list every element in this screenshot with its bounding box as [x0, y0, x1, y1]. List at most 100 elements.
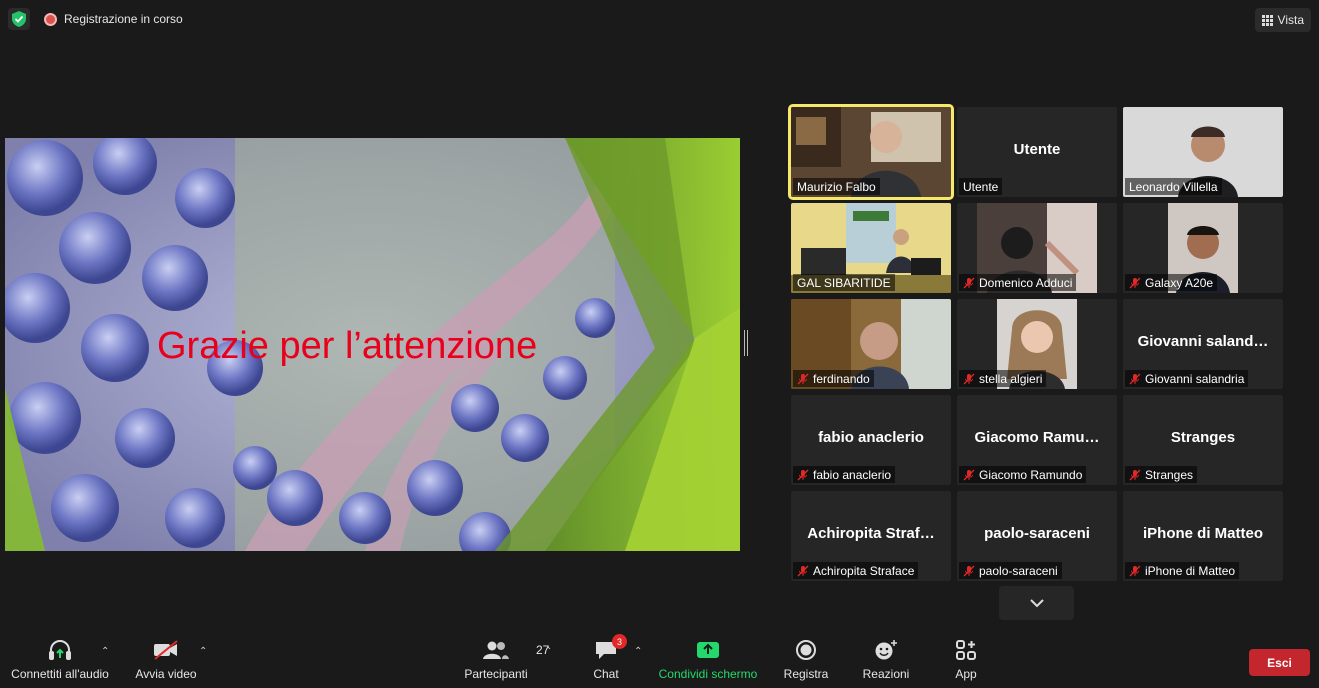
participant-name: stella algieri — [979, 371, 1043, 386]
record-icon — [796, 640, 816, 660]
participant-name-label: paolo-saraceni — [959, 562, 1062, 579]
recording-indicator[interactable]: Registrazione in corso — [44, 12, 183, 26]
mic-muted-icon — [963, 373, 975, 384]
participant-name-label: stella algieri — [959, 370, 1047, 387]
participant-name: Achiropita Straface — [813, 563, 915, 578]
reactions-icon — [875, 640, 897, 660]
headphones-icon — [47, 636, 73, 664]
meeting-toolbar: Connettiti all'audio ⌃ Avvia video ⌃ 27 … — [0, 634, 1319, 688]
participant-name-label: ferdinando — [793, 370, 874, 387]
grid-icon — [1261, 14, 1273, 26]
record-button[interactable]: Registra — [780, 636, 832, 681]
participant-tile[interactable]: Stranges Stranges — [1123, 395, 1283, 485]
participants-options-caret-icon[interactable]: ⌃ — [544, 646, 552, 657]
participant-name-label: Leonardo Villella — [1125, 178, 1222, 195]
participant-name-label: iPhone di Matteo — [1125, 562, 1240, 579]
participant-name-label: Giacomo Ramundo — [959, 466, 1087, 483]
video-off-icon — [152, 636, 180, 664]
participants-label: Partecipanti — [464, 667, 528, 681]
mic-muted-icon — [1129, 277, 1141, 288]
reactions-button[interactable]: Reazioni — [858, 636, 914, 681]
chat-button[interactable]: 3 Chat — [586, 634, 627, 681]
record-label: Registra — [783, 667, 829, 681]
participant-tile[interactable]: stella algieri — [957, 299, 1117, 389]
view-button[interactable]: Vista — [1254, 8, 1311, 32]
participant-name: GAL SIBARITIDE — [797, 275, 891, 290]
participant-tile[interactable]: fabio anaclerio fabio anaclerio — [791, 395, 951, 485]
mic-muted-icon — [963, 469, 975, 480]
splitter-handle[interactable] — [744, 330, 748, 356]
share-screen-label: Condividi schermo — [658, 667, 758, 681]
participant-name: Giacomo Ramundo — [979, 467, 1083, 482]
mic-muted-icon — [1129, 565, 1141, 576]
top-bar: Registrazione in corso Vista — [0, 0, 1319, 40]
participant-name: paolo-saraceni — [979, 563, 1058, 578]
participant-tile[interactable]: paolo-saraceni paolo-saraceni — [957, 491, 1117, 581]
view-label: Vista — [1277, 13, 1304, 27]
mic-muted-icon — [963, 565, 975, 576]
participant-tile[interactable]: Maurizio Falbo — [788, 104, 954, 200]
participant-display-name: Stranges — [1170, 429, 1236, 446]
participant-name-label: Giovanni salandria — [1125, 370, 1249, 387]
video-options-caret-icon[interactable]: ⌃ — [199, 646, 207, 657]
participant-name: Utente — [963, 179, 999, 194]
participant-tile[interactable]: GAL SIBARITIDE — [791, 203, 951, 293]
participant-name: ferdinando — [813, 371, 870, 386]
share-screen-icon — [697, 642, 719, 658]
participant-name: Maurizio Falbo — [797, 179, 876, 194]
recording-icon — [44, 12, 57, 26]
audio-options-caret-icon[interactable]: ⌃ — [101, 646, 109, 657]
participants-icon — [483, 641, 509, 659]
participant-tile[interactable]: ferdinando — [791, 299, 951, 389]
participants-button[interactable]: 27 Partecipanti — [458, 636, 549, 681]
apps-label: App — [955, 667, 977, 681]
participant-name-label: fabio anaclerio — [793, 466, 896, 483]
participant-name: fabio anaclerio — [813, 467, 892, 482]
apps-button[interactable]: App — [946, 636, 986, 681]
participant-tile[interactable]: Giacomo Ramu… Giacomo Ramundo — [957, 395, 1117, 485]
participant-display-name: fabio anaclerio — [818, 429, 924, 446]
participant-name: Domenico Adduci — [979, 275, 1073, 290]
participant-tile[interactable]: Leonardo Villella — [1123, 107, 1283, 197]
share-screen-button[interactable]: Condividi schermo — [656, 636, 760, 681]
participant-name: Stranges — [1145, 467, 1194, 482]
chat-options-caret-icon[interactable]: ⌃ — [634, 646, 642, 657]
next-page-button[interactable] — [999, 586, 1074, 620]
participant-display-name: Giacomo Ramu… — [974, 429, 1100, 446]
participant-name-label: Domenico Adduci — [959, 274, 1077, 291]
participant-name: Giovanni salandria — [1145, 371, 1245, 386]
reactions-label: Reazioni — [862, 667, 910, 681]
mic-muted-icon — [797, 469, 809, 480]
mic-muted-icon — [1129, 373, 1141, 384]
participant-display-name: Utente — [1013, 141, 1061, 158]
participant-tile[interactable]: Utente Utente — [957, 107, 1117, 197]
apps-icon — [956, 640, 976, 660]
participants-icon-wrap: 27 — [482, 636, 549, 664]
participant-display-name: iPhone di Matteo — [1143, 525, 1263, 542]
shared-screen[interactable]: Grazie per l’attenzione — [5, 138, 740, 551]
participant-name-label: Stranges — [1125, 466, 1198, 483]
participant-tile[interactable]: Domenico Adduci — [957, 203, 1117, 293]
participant-name: Leonardo Villella — [1129, 179, 1218, 194]
participant-name-label: Utente — [959, 178, 1003, 195]
participant-name: iPhone di Matteo — [1145, 563, 1236, 578]
chat-badge: 3 — [612, 634, 627, 649]
mic-muted-icon — [797, 565, 809, 576]
security-shield-icon[interactable] — [8, 8, 30, 30]
participant-display-name: paolo-saraceni — [984, 525, 1090, 542]
participant-display-name: Achiropita Straf… — [807, 525, 935, 542]
participant-tile[interactable]: Giovanni saland… Giovanni salandria — [1123, 299, 1283, 389]
participant-tile[interactable]: Achiropita Straf… Achiropita Straface — [791, 491, 951, 581]
video-button[interactable]: Avvia video — [126, 636, 206, 681]
participant-name: Galaxy A20e — [1145, 275, 1214, 290]
audio-button[interactable]: Connettiti all'audio — [8, 636, 112, 681]
leave-button[interactable]: Esci — [1249, 649, 1310, 676]
chevron-down-icon — [1029, 599, 1044, 608]
mic-muted-icon — [797, 373, 809, 384]
mic-muted-icon — [963, 277, 975, 288]
participant-name-label: GAL SIBARITIDE — [793, 274, 895, 291]
participant-tile[interactable]: iPhone di Matteo iPhone di Matteo — [1123, 491, 1283, 581]
participant-tile[interactable]: Galaxy A20e — [1123, 203, 1283, 293]
participant-name-label: Galaxy A20e — [1125, 274, 1218, 291]
video-label: Avvia video — [135, 667, 197, 681]
